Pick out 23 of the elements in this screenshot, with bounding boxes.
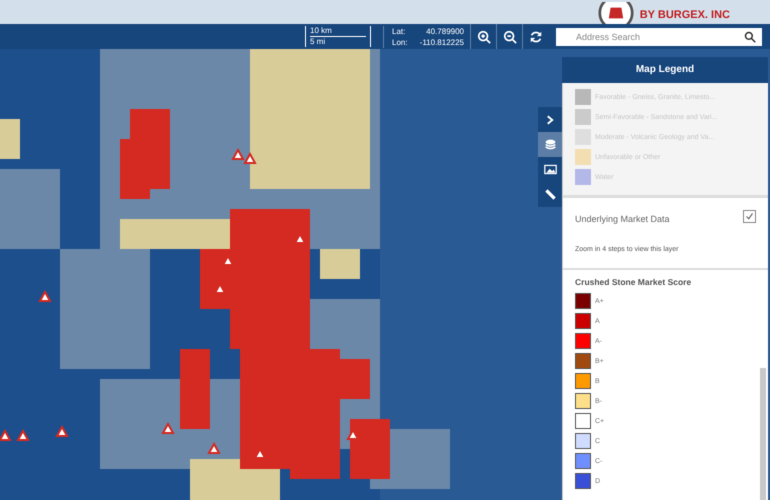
lon-value: -110.812225 [420,36,464,48]
layer-checkbox[interactable] [743,210,756,222]
lon-label: Lon: [392,36,408,48]
search-icon[interactable] [744,30,756,42]
layers-tab[interactable] [538,132,562,157]
logo-text: BY BURGEX. INC [640,9,730,23]
lat-value: 40.789900 [426,26,464,36]
zoom-in-icon[interactable] [476,30,490,44]
scrollbar[interactable] [760,368,766,500]
lat-label: Lat: [392,26,406,36]
score-title: Crushed Stone Market Score [574,277,692,287]
ruler-tab[interactable] [538,182,562,207]
image-icon[interactable] [544,163,556,176]
checkmark-icon [745,212,754,220]
address-search-field[interactable]: Address Search [556,28,762,46]
zoom-out-icon[interactable] [502,30,516,44]
layer-title: Underlying Market Data [575,214,670,224]
refresh-icon[interactable] [528,30,542,44]
expand-tab[interactable] [538,107,562,132]
image-tab[interactable] [538,157,562,182]
legend-title: Map Legend [634,63,696,77]
layers-icon[interactable] [544,138,556,151]
scale-bar: 10 km 5 mi [305,26,371,47]
